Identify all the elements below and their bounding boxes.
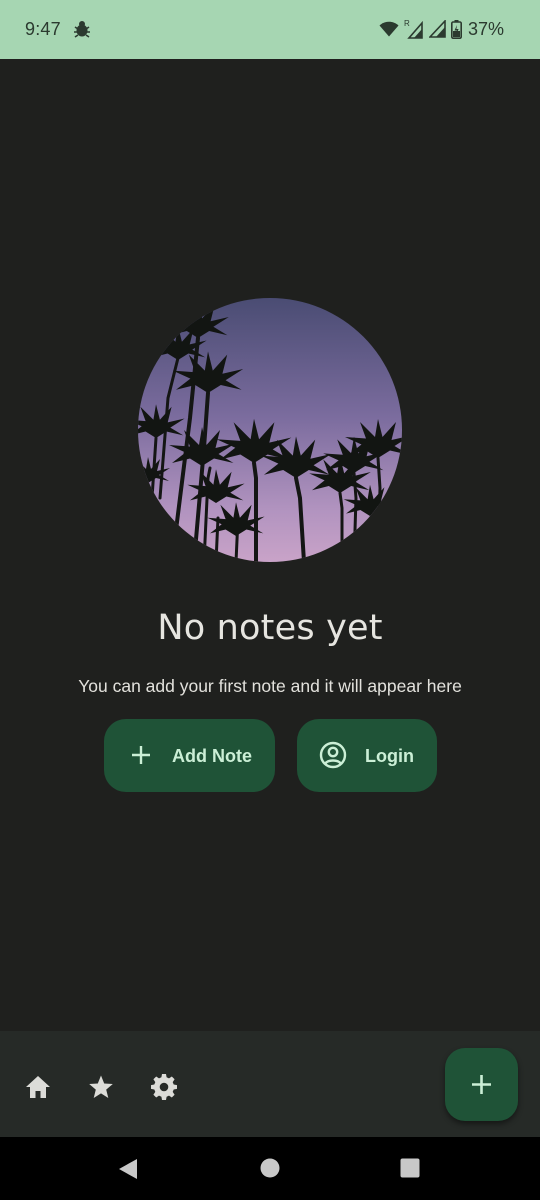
bottom-app-bar [0,1031,540,1137]
status-icons: R 37% [379,18,504,40]
svg-text:R: R [404,19,410,28]
status-time: 9:47 [25,19,61,39]
login-button[interactable]: Login [297,719,437,792]
add-note-fab[interactable] [445,1048,518,1121]
back-icon[interactable] [117,1158,139,1180]
palm-trees-sunset-image [138,298,402,562]
battery-charging-icon [450,19,462,39]
add-note-label: Add Note [172,746,252,766]
fab-plus-icon [472,1075,491,1094]
signal-icon [428,20,446,38]
empty-state-title: No notes yet [157,608,383,648]
main-content: No notes yet You can add your first note… [0,59,540,1031]
login-label: Login [365,746,414,766]
status-bar: 9:47 R 37% [0,0,540,59]
account-circle-icon [319,741,347,769]
plus-icon [132,746,150,764]
add-note-button[interactable]: Add Note [104,719,275,792]
roaming-signal-icon: R [404,19,423,39]
battery-percent: 37% [467,18,504,39]
home-circle-icon[interactable] [260,1158,280,1178]
notification-bug-icon [74,21,90,38]
recents-icon[interactable] [400,1158,420,1178]
star-icon[interactable] [87,1073,115,1101]
empty-state-subtitle: You can add your first note and it will … [78,676,462,696]
gear-icon[interactable] [150,1073,178,1101]
system-navigation-bar [0,1137,540,1200]
wifi-icon [379,21,399,37]
home-icon[interactable] [24,1073,52,1101]
